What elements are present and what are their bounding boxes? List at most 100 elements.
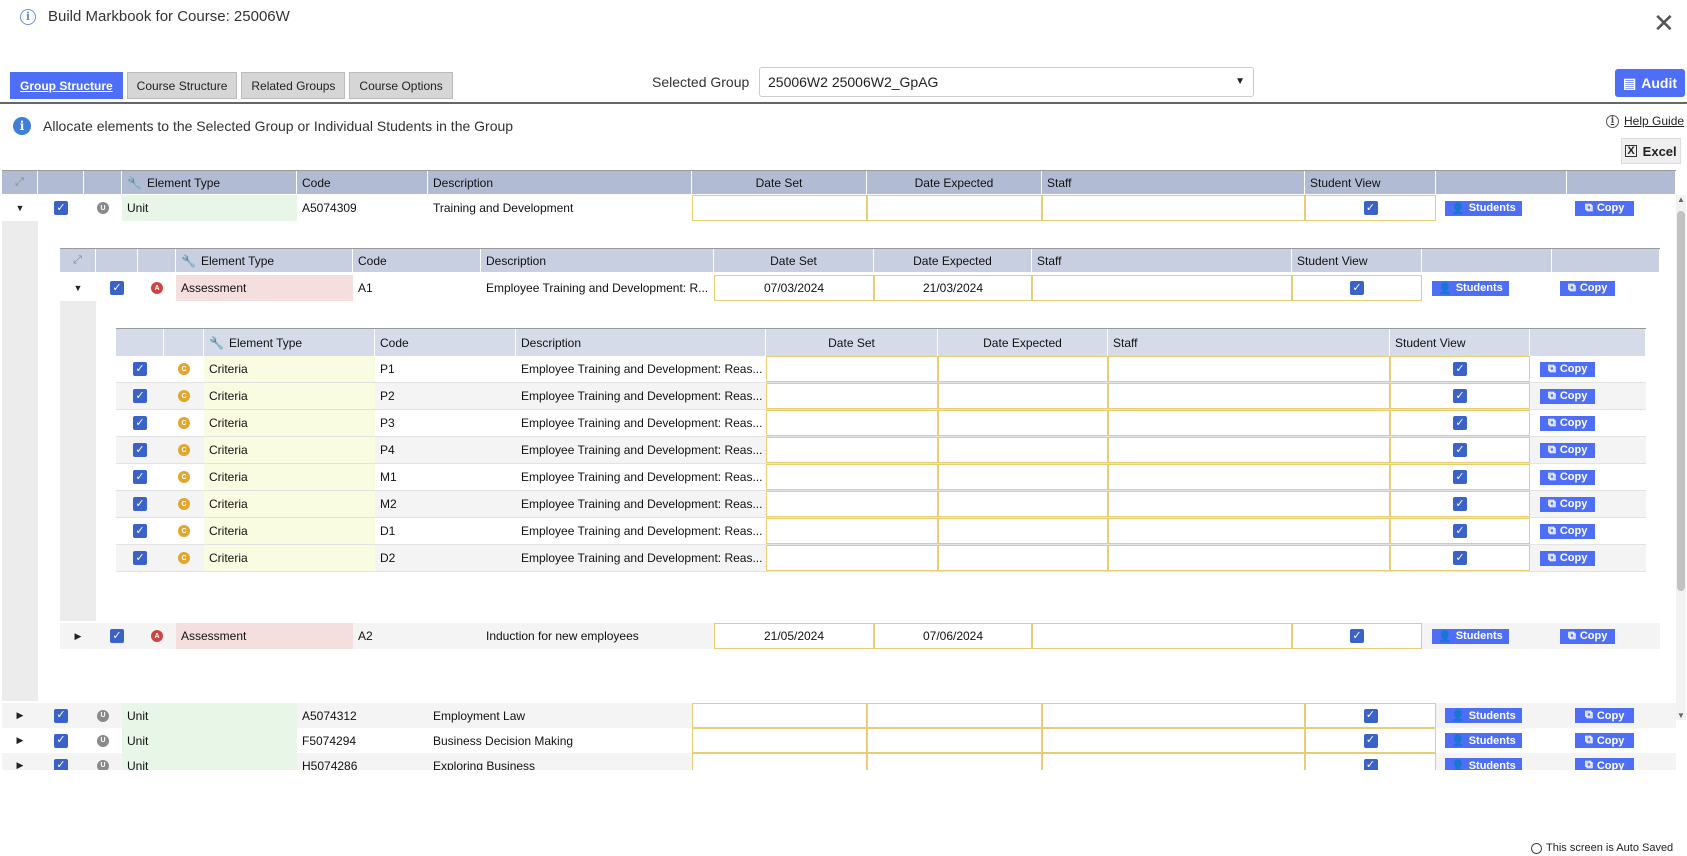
unit-checkbox[interactable]: ✓ — [38, 195, 84, 221]
staff-field[interactable] — [1042, 195, 1305, 221]
students-button[interactable]: 👤 Students — [1445, 733, 1522, 748]
expand-arrow-icon[interactable]: ▶ — [2, 728, 38, 753]
assessment-checkbox[interactable]: ✓ — [96, 275, 138, 301]
student-view-checkbox[interactable]: ✓ — [1305, 703, 1436, 728]
student-view-checkbox[interactable]: ✓ — [1292, 275, 1422, 301]
copy-button[interactable]: ⧉ Copy — [1575, 200, 1635, 216]
scroll-up-icon[interactable]: ▲ — [1677, 195, 1685, 204]
student-view-checkbox[interactable]: ✓ — [1390, 383, 1530, 409]
date-expected-field[interactable] — [938, 464, 1108, 490]
date-set-field[interactable] — [692, 703, 867, 728]
copy-button[interactable]: ⧉ Copy — [1540, 469, 1596, 485]
copy-button[interactable]: ⧉ Copy — [1540, 388, 1596, 404]
copy-button[interactable]: ⧉ Copy — [1540, 550, 1596, 566]
date-set-field[interactable] — [692, 753, 867, 770]
criteria-checkbox[interactable]: ✓ — [116, 491, 164, 517]
staff-field[interactable] — [1108, 545, 1390, 571]
date-expected-field[interactable] — [938, 545, 1108, 571]
staff-field[interactable] — [1042, 753, 1305, 770]
date-expected-field[interactable] — [938, 410, 1108, 436]
date-expected-field[interactable] — [867, 728, 1042, 753]
students-button[interactable]: 👤 Students — [1432, 628, 1509, 644]
tab-group-structure[interactable]: Group Structure — [10, 72, 123, 99]
copy-button[interactable]: ⧉ Copy — [1575, 758, 1635, 770]
staff-field[interactable] — [1032, 275, 1292, 301]
date-expected-field[interactable] — [938, 491, 1108, 517]
date-expected-field[interactable] — [938, 518, 1108, 544]
criteria-checkbox[interactable]: ✓ — [116, 383, 164, 409]
unit-checkbox[interactable]: ✓ — [38, 753, 84, 770]
date-expected-field[interactable] — [867, 703, 1042, 728]
date-expected-field[interactable]: 07/06/2024 — [874, 623, 1032, 649]
staff-field[interactable] — [1108, 383, 1390, 409]
unit-checkbox[interactable]: ✓ — [38, 703, 84, 728]
students-button[interactable]: 👤 Students — [1432, 280, 1509, 296]
student-view-checkbox[interactable]: ✓ — [1305, 753, 1436, 770]
students-button[interactable]: 👤 Students — [1445, 758, 1522, 770]
criteria-checkbox[interactable]: ✓ — [116, 410, 164, 436]
student-view-checkbox[interactable]: ✓ — [1292, 623, 1422, 649]
collapse-arrow-icon[interactable]: ▼ — [60, 275, 96, 301]
date-set-field[interactable] — [766, 518, 938, 544]
copy-button[interactable]: ⧉ Copy — [1540, 415, 1596, 431]
tab-related-groups[interactable]: Related Groups — [241, 72, 346, 99]
expand-all-icon[interactable]: ⤢ — [2, 171, 38, 194]
student-view-checkbox[interactable]: ✓ — [1390, 437, 1530, 463]
student-view-checkbox[interactable]: ✓ — [1390, 491, 1530, 517]
expand-arrow-icon[interactable]: ▶ — [2, 703, 38, 728]
student-view-checkbox[interactable]: ✓ — [1390, 410, 1530, 436]
date-set-field[interactable]: 21/05/2024 — [714, 623, 874, 649]
date-set-field[interactable] — [766, 383, 938, 409]
staff-field[interactable] — [1042, 728, 1305, 753]
date-set-field[interactable] — [766, 437, 938, 463]
student-view-checkbox[interactable]: ✓ — [1305, 728, 1436, 753]
selected-group-select[interactable]: 25006W2 25006W2_GpAG ▼ — [759, 67, 1254, 97]
date-expected-field[interactable]: 21/03/2024 — [874, 275, 1032, 301]
date-set-field[interactable] — [692, 195, 867, 221]
staff-field[interactable] — [1042, 703, 1305, 728]
expand-arrow-icon[interactable]: ▶ — [60, 623, 96, 649]
copy-button[interactable]: ⧉ Copy — [1560, 628, 1616, 644]
staff-field[interactable] — [1032, 623, 1292, 649]
date-expected-field[interactable] — [938, 437, 1108, 463]
vertical-scrollbar[interactable]: ▲ ▼ — [1676, 195, 1686, 720]
scroll-down-icon[interactable]: ▼ — [1677, 711, 1685, 720]
close-icon[interactable]: ✕ — [1653, 8, 1675, 38]
audit-button[interactable]: ▤ Audit — [1615, 69, 1685, 97]
criteria-checkbox[interactable]: ✓ — [116, 437, 164, 463]
copy-button[interactable]: ⧉ Copy — [1540, 442, 1596, 458]
date-set-field[interactable] — [692, 728, 867, 753]
copy-button[interactable]: ⧉ Copy — [1560, 280, 1616, 296]
staff-field[interactable] — [1108, 410, 1390, 436]
unit-checkbox[interactable]: ✓ — [38, 728, 84, 753]
student-view-checkbox[interactable]: ✓ — [1390, 518, 1530, 544]
date-expected-field[interactable] — [938, 356, 1108, 382]
tab-course-structure[interactable]: Course Structure — [126, 72, 238, 99]
criteria-checkbox[interactable]: ✓ — [116, 464, 164, 490]
students-button[interactable]: 👤 Students — [1445, 708, 1522, 723]
copy-button[interactable]: ⧉ Copy — [1540, 361, 1596, 377]
copy-button[interactable]: ⧉ Copy — [1540, 496, 1596, 512]
date-set-field[interactable] — [766, 545, 938, 571]
staff-field[interactable] — [1108, 356, 1390, 382]
date-expected-field[interactable] — [938, 383, 1108, 409]
student-view-checkbox[interactable]: ✓ — [1390, 356, 1530, 382]
students-button[interactable]: 👤 Students — [1445, 200, 1522, 216]
excel-button[interactable]: X Excel — [1621, 138, 1681, 164]
expand-all-icon[interactable]: ⤢ — [60, 249, 96, 272]
student-view-checkbox[interactable]: ✓ — [1390, 545, 1530, 571]
copy-button[interactable]: ⧉ Copy — [1540, 523, 1596, 539]
scrollbar-thumb[interactable] — [1677, 211, 1685, 591]
copy-button[interactable]: ⧉ Copy — [1575, 733, 1635, 748]
date-set-field[interactable]: 07/03/2024 — [714, 275, 874, 301]
tab-course-options[interactable]: Course Options — [349, 72, 453, 99]
staff-field[interactable] — [1108, 491, 1390, 517]
date-set-field[interactable] — [766, 464, 938, 490]
staff-field[interactable] — [1108, 437, 1390, 463]
student-view-checkbox[interactable]: ✓ — [1390, 464, 1530, 490]
date-set-field[interactable] — [766, 491, 938, 517]
help-guide-link[interactable]: i Help Guide — [1606, 114, 1684, 128]
copy-button[interactable]: ⧉ Copy — [1575, 708, 1635, 723]
criteria-checkbox[interactable]: ✓ — [116, 545, 164, 571]
date-set-field[interactable] — [766, 356, 938, 382]
